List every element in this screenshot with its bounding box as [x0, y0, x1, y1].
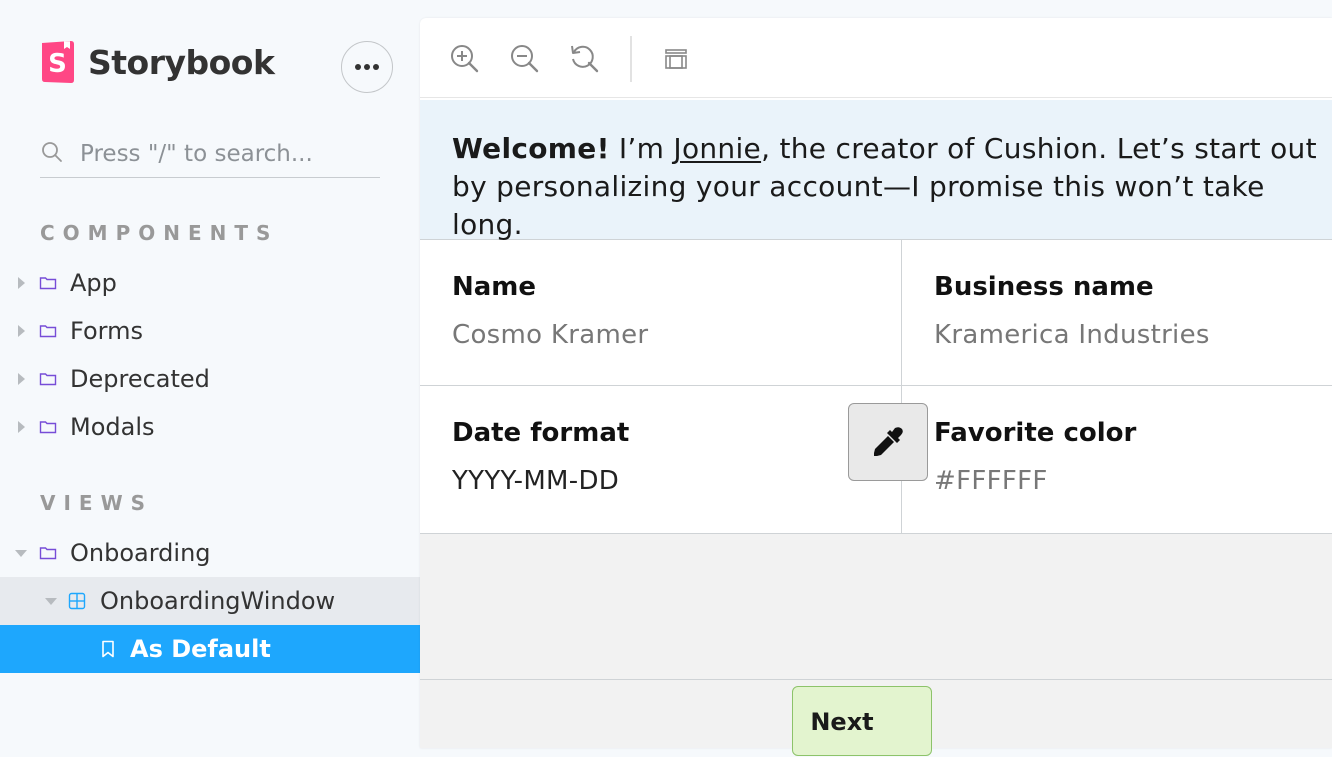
- folder-icon: [39, 421, 57, 434]
- folder-icon: [39, 547, 57, 560]
- field-label: Date format: [452, 418, 630, 448]
- welcome-text: Welcome! I’m Jonnie, the creator of Cush…: [452, 130, 1332, 244]
- zoom-out-button[interactable]: [508, 42, 540, 74]
- folder-icon: [39, 373, 57, 386]
- welcome-heading: Welcome!: [452, 132, 610, 165]
- welcome-intro: I’m: [609, 132, 674, 165]
- name-input[interactable]: Cosmo Kramer: [452, 320, 648, 350]
- sidebar-item-onboardingwindow[interactable]: OnboardingWindow: [0, 577, 420, 625]
- bookmark-icon: [102, 640, 114, 658]
- sidebar-item-label: Modals: [70, 413, 155, 441]
- sidebar-item-label: As Default: [130, 635, 271, 663]
- background-button[interactable]: [660, 42, 692, 74]
- caret-down-icon[interactable]: [15, 549, 27, 557]
- toolbar-divider: [630, 36, 632, 82]
- caret-right-icon[interactable]: [18, 421, 25, 433]
- sidebar-item-app[interactable]: App: [0, 259, 420, 307]
- search-box: [40, 134, 380, 178]
- sidebar-item-forms[interactable]: Forms: [0, 307, 420, 355]
- welcome-banner: Welcome! I’m Jonnie, the creator of Cush…: [420, 100, 1332, 241]
- preview-blank-area: [420, 534, 1332, 680]
- field-label: Business name: [934, 272, 1154, 302]
- storybook-logo-icon: S: [42, 41, 74, 83]
- zoom-out-icon: [511, 45, 539, 73]
- folder-icon: [39, 277, 57, 290]
- sidebar-item-onboarding[interactable]: Onboarding: [0, 529, 420, 577]
- zoom-in-icon: [451, 45, 479, 73]
- color-input[interactable]: #FFFFFF: [934, 466, 1048, 496]
- color-picker-button[interactable]: [848, 403, 928, 481]
- business-name-field[interactable]: Business name Kramerica Industries: [902, 240, 1332, 386]
- sidebar-item-label: Forms: [70, 317, 143, 345]
- sidebar-item-as-default[interactable]: As Default: [0, 625, 420, 673]
- brand[interactable]: S Storybook: [40, 40, 275, 84]
- favorite-color-field[interactable]: Favorite color #FFFFFF: [902, 386, 1332, 534]
- sidebar-item-deprecated[interactable]: Deprecated: [0, 355, 420, 403]
- sidebar-item-label: App: [70, 269, 117, 297]
- brand-name: Storybook: [88, 42, 275, 82]
- creator-link[interactable]: Jonnie: [673, 132, 761, 165]
- sidebar-item-label: OnboardingWindow: [100, 587, 336, 615]
- zoom-in-button[interactable]: [448, 42, 480, 74]
- field-label: Name: [452, 272, 537, 302]
- date-format-field[interactable]: Date format YYYY-MM-DD: [420, 386, 902, 534]
- name-field[interactable]: Name Cosmo Kramer: [420, 240, 902, 386]
- search-icon: [42, 142, 62, 162]
- reset-zoom-icon: [571, 45, 599, 73]
- sidebar-item-modals[interactable]: Modals: [0, 403, 420, 451]
- folder-icon: [39, 325, 57, 338]
- caret-right-icon[interactable]: [18, 373, 25, 385]
- reset-zoom-button[interactable]: [568, 42, 600, 74]
- caret-right-icon[interactable]: [18, 325, 25, 337]
- sidebar-item-label: Onboarding: [70, 539, 211, 567]
- caret-down-icon[interactable]: [45, 597, 57, 605]
- sidebar: S Storybook COMPONENTS App Forms Depreca…: [0, 0, 420, 748]
- next-button[interactable]: Next: [792, 686, 932, 756]
- eyedropper-icon: [874, 427, 903, 456]
- date-format-select[interactable]: YYYY-MM-DD: [452, 466, 619, 496]
- search-input[interactable]: [80, 136, 376, 172]
- toolbar: [420, 18, 1332, 98]
- caret-right-icon[interactable]: [18, 277, 25, 289]
- business-name-input[interactable]: Kramerica Industries: [934, 320, 1210, 350]
- background-icon: [665, 49, 687, 69]
- sidebar-item-label: Deprecated: [70, 365, 210, 393]
- svg-text:S: S: [48, 49, 67, 79]
- section-title-components: COMPONENTS: [40, 221, 279, 245]
- menu-button[interactable]: [341, 41, 393, 93]
- ellipsis-icon: [355, 64, 379, 70]
- field-label: Favorite color: [934, 418, 1137, 448]
- section-title-views: VIEWS: [40, 491, 154, 515]
- preview-panel: Welcome! I’m Jonnie, the creator of Cush…: [420, 18, 1332, 748]
- component-icon: [68, 592, 86, 610]
